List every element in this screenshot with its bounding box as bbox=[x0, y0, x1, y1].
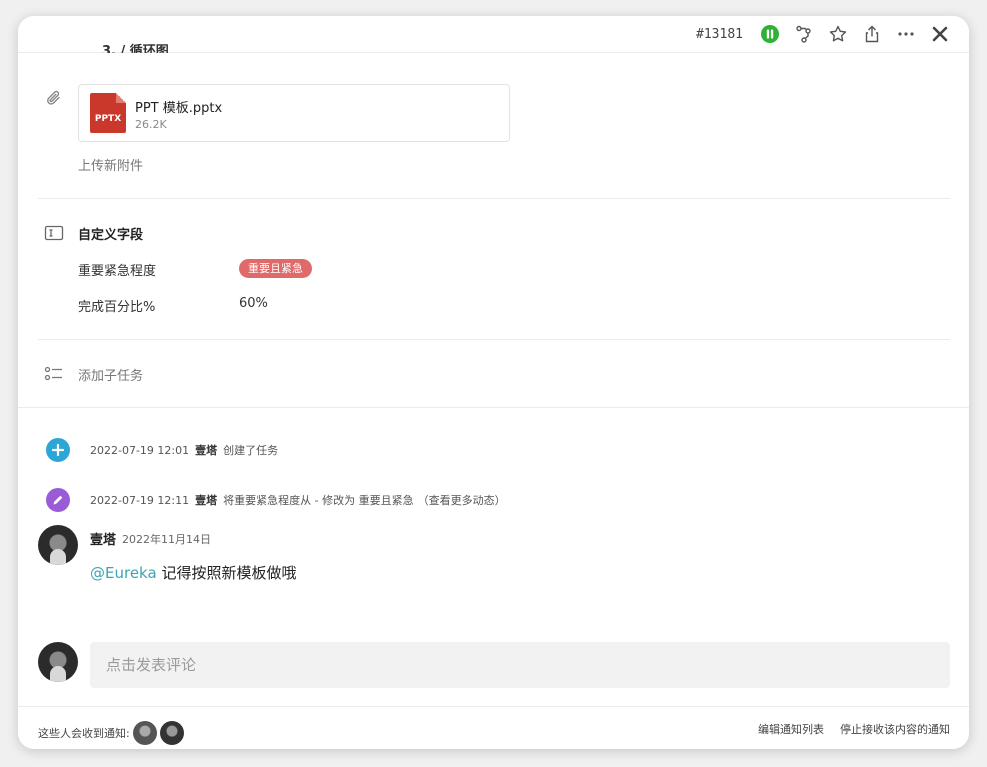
field-value-percent[interactable]: 60% bbox=[239, 296, 268, 311]
add-subtask-link[interactable]: 添加子任务 bbox=[78, 365, 143, 384]
comment-author[interactable]: 壹塔 bbox=[90, 529, 116, 548]
workflow-icon[interactable] bbox=[793, 23, 815, 45]
priority-tag[interactable]: 重要且紧急 bbox=[239, 259, 312, 278]
more-icon[interactable] bbox=[895, 23, 917, 45]
stop-notify-link[interactable]: 停止接收该内容的通知 bbox=[840, 721, 950, 737]
activity-action: 将重要紧急程度从 - 修改为 重要且紧急 bbox=[223, 494, 414, 507]
divider bbox=[18, 407, 969, 408]
task-section-title: 3. / 循环图 bbox=[102, 44, 169, 53]
footer-actions: 编辑通知列表 停止接收该内容的通知 bbox=[758, 721, 950, 737]
comment-date: 2022年11月14日 bbox=[122, 533, 211, 546]
edit-activity-icon bbox=[46, 488, 70, 512]
activity-time: 2022-07-19 12:01 bbox=[90, 444, 190, 457]
pptx-file-icon: PPTX bbox=[90, 93, 126, 133]
custom-field-icon bbox=[44, 224, 64, 246]
task-detail-panel: 3. / 循环图 #13181 PPTX PPT 模板.pptx 26.2K 上… bbox=[18, 16, 969, 749]
attachment-file-card[interactable]: PPTX PPT 模板.pptx 26.2K bbox=[78, 84, 510, 142]
activity-user: 壹塔 bbox=[195, 494, 218, 507]
activity-action: 创建了任务 bbox=[223, 444, 279, 457]
custom-fields-title: 自定义字段 bbox=[78, 228, 144, 243]
share-icon[interactable] bbox=[861, 23, 883, 45]
activity-item: 2022-07-19 12:01 壹塔 创建了任务 bbox=[90, 442, 278, 458]
notify-user-avatar[interactable] bbox=[159, 721, 184, 745]
avatar[interactable] bbox=[38, 525, 78, 565]
view-more-activity-link[interactable]: （查看更多动态） bbox=[418, 494, 506, 507]
attachment-file-size: 26.2K bbox=[135, 118, 167, 131]
pause-status-icon[interactable] bbox=[759, 23, 781, 45]
field-label-percent: 完成百分比% bbox=[78, 300, 156, 315]
edit-notify-list-link[interactable]: 编辑通知列表 bbox=[758, 721, 824, 737]
top-actions: #13181 bbox=[696, 21, 951, 47]
attachment-file-name: PPT 模板.pptx bbox=[135, 101, 223, 116]
task-id: #13181 bbox=[696, 26, 743, 42]
star-icon[interactable] bbox=[827, 23, 849, 45]
field-label-priority: 重要紧急程度 bbox=[78, 264, 157, 279]
divider bbox=[38, 339, 950, 340]
divider bbox=[18, 706, 969, 707]
top-bar: 3. / 循环图 #13181 bbox=[18, 16, 969, 53]
current-user-avatar bbox=[38, 642, 78, 682]
paperclip-icon bbox=[44, 88, 64, 112]
close-icon[interactable] bbox=[929, 23, 951, 45]
activity-item: 2022-07-19 12:11 壹塔 将重要紧急程度从 - 修改为 重要且紧急 （查… bbox=[90, 492, 506, 508]
divider bbox=[38, 198, 950, 199]
activity-time: 2022-07-19 12:11 bbox=[90, 494, 190, 507]
comment-text: 记得按照新模板做哦 bbox=[156, 564, 297, 582]
notify-label: 这些人会收到通知: bbox=[38, 727, 130, 740]
subtask-list-icon bbox=[44, 365, 64, 387]
comment-input[interactable] bbox=[90, 642, 950, 688]
notify-section: 这些人会收到通知: bbox=[38, 721, 184, 745]
activity-user: 壹塔 bbox=[195, 444, 218, 457]
create-activity-icon bbox=[46, 438, 70, 462]
upload-attachment-link[interactable]: 上传新附件 bbox=[78, 155, 143, 174]
comment-body: @Eureka 记得按照新模板做哦 bbox=[90, 562, 296, 583]
mention-link[interactable]: @Eureka bbox=[90, 564, 157, 582]
notify-user-avatar[interactable] bbox=[132, 721, 157, 745]
